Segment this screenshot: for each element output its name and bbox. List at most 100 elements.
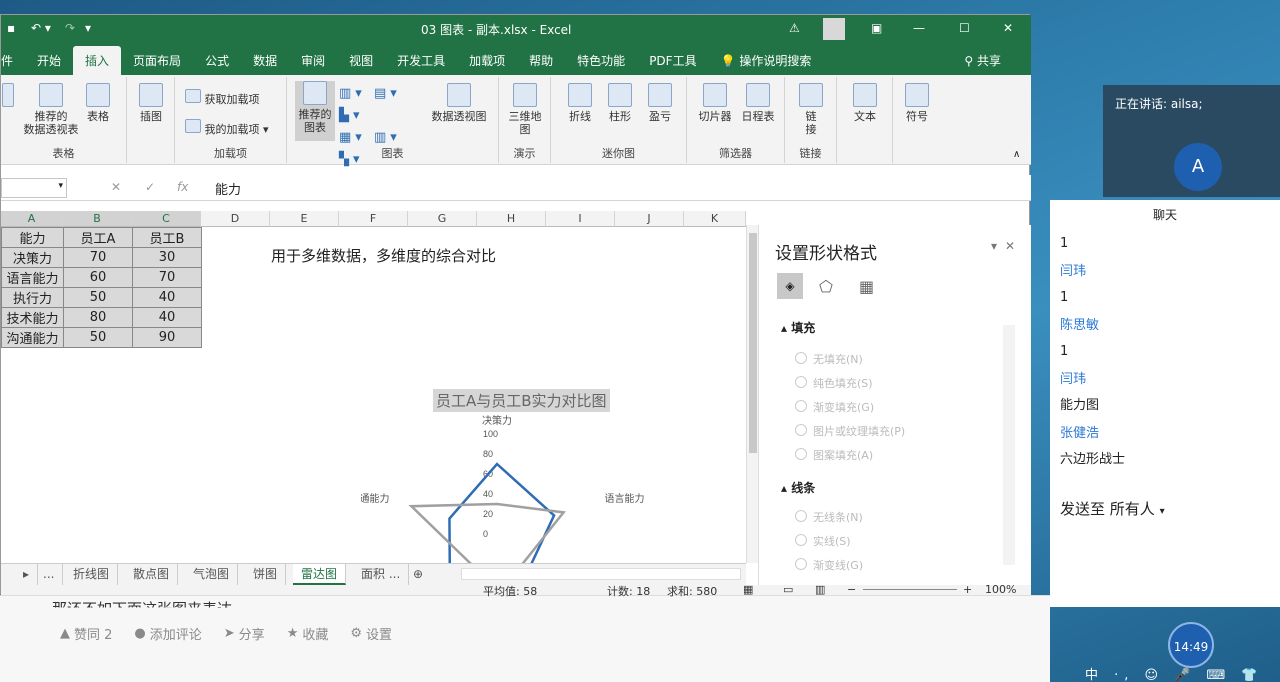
cancel-icon[interactable]: ✕	[111, 180, 121, 194]
fill-option[interactable]: 纯色填充(S)	[795, 375, 873, 391]
effects-icon[interactable]: ⬠	[819, 277, 833, 296]
fill-line-icon[interactable]: ◈	[777, 273, 803, 299]
tab-view[interactable]: 视图	[337, 46, 385, 75]
sheet-tab-radar[interactable]: 雷达图	[293, 564, 347, 585]
collapse-ribbon-icon[interactable]: ∧	[1013, 149, 1020, 160]
line-option[interactable]: 渐变线(G)	[795, 557, 863, 573]
link-button[interactable]: 链 接	[795, 83, 827, 136]
warning-icon[interactable]: ⚠	[789, 21, 800, 35]
zoom-in-icon[interactable]: +	[963, 583, 972, 596]
tab-formulas[interactable]: 公式	[193, 46, 241, 75]
column-header-a[interactable]: A	[1, 211, 63, 227]
table-button[interactable]: 表格	[83, 83, 113, 123]
line-option[interactable]: 无线条(N)	[795, 509, 863, 525]
column-header-g[interactable]: G	[408, 211, 477, 227]
sheet-tab-scatter[interactable]: 散点图	[125, 564, 179, 585]
save-icon[interactable]: ▪	[7, 21, 15, 35]
table-cell[interactable]: 员工A	[63, 227, 133, 248]
minimize-icon[interactable]: —	[913, 21, 925, 35]
tab-page-layout[interactable]: 页面布局	[121, 46, 193, 75]
table-cell[interactable]: 沟通能力	[1, 327, 64, 348]
column-header-k[interactable]: K	[684, 211, 746, 227]
table-cell[interactable]: 50	[63, 287, 133, 308]
redo-icon[interactable]: ↷	[65, 21, 75, 35]
close-icon[interactable]: ✕	[1003, 21, 1013, 35]
column-header-c[interactable]: C	[132, 211, 201, 227]
name-box[interactable]: ▾	[1, 178, 67, 198]
table-cell[interactable]: 技术能力	[1, 307, 64, 328]
tab-features[interactable]: 特色功能	[565, 46, 637, 75]
zoom-level[interactable]: 100%	[985, 583, 1016, 596]
like-button[interactable]: ▲ 赞同 2	[60, 624, 112, 643]
pane-options-icon[interactable]: ▾	[991, 239, 997, 253]
tab-developer[interactable]: 开发工具	[385, 46, 457, 75]
line-option[interactable]: 实线(S)	[795, 533, 851, 549]
favorite-button[interactable]: ★ 收藏	[287, 624, 329, 643]
page-layout-icon[interactable]: ▭	[783, 583, 793, 596]
sheet-tab-area[interactable]: 面积 ...	[353, 564, 410, 585]
tab-file[interactable]: 件	[1, 46, 25, 75]
fill-section[interactable]: ▴ 填充	[781, 319, 815, 336]
sheet-tab-more[interactable]: ...	[35, 564, 64, 585]
table-cell[interactable]: 70	[63, 247, 133, 268]
zoom-slider[interactable]	[863, 589, 957, 590]
scroll-thumb[interactable]	[749, 233, 757, 453]
tab-pdf[interactable]: PDF工具	[637, 46, 708, 75]
share-ribbon-button[interactable]: ⚲ 共享	[952, 46, 1013, 75]
radar-chart[interactable]: 100806040200决策力语言能力执行力技术能力沟通能力	[361, 380, 661, 563]
sparkline-winloss-button[interactable]: 盈亏	[643, 83, 677, 123]
send-to-selector[interactable]: 发送至 所有人 ▾	[1060, 498, 1165, 519]
enter-icon[interactable]: ✓	[145, 180, 155, 194]
share-button[interactable]: ➤ 分享	[224, 624, 265, 643]
tab-home[interactable]: 开始	[25, 46, 73, 75]
table-cell[interactable]: 40	[132, 287, 202, 308]
table-cell[interactable]: 90	[132, 327, 202, 348]
table-cell[interactable]: 能力	[1, 227, 64, 248]
slicer-button[interactable]: 切片器	[695, 83, 735, 123]
add-sheet-icon[interactable]: ⊕	[405, 564, 431, 585]
fill-option[interactable]: 图片或纹理填充(P)	[795, 423, 905, 439]
column-header-i[interactable]: I	[546, 211, 615, 227]
symbol-button[interactable]: 符号	[901, 83, 933, 123]
table-cell[interactable]: 50	[63, 327, 133, 348]
get-addins-button[interactable]: 获取加载项	[185, 89, 260, 106]
zoom-out-icon[interactable]: −	[847, 583, 856, 596]
fill-option[interactable]: 图案填充(A)	[795, 447, 873, 463]
size-properties-icon[interactable]: ▦	[859, 277, 874, 296]
column-header-h[interactable]: H	[477, 211, 546, 227]
table-cell[interactable]: 80	[63, 307, 133, 328]
recommended-charts-button[interactable]: 推荐的 图表	[295, 81, 335, 141]
table-cell[interactable]: 语言能力	[1, 267, 64, 288]
table-cell[interactable]: 60	[63, 267, 133, 288]
fill-option[interactable]: 无填充(N)	[795, 351, 863, 367]
tab-addins[interactable]: 加载项	[457, 46, 517, 75]
column-header-j[interactable]: J	[615, 211, 684, 227]
recommended-pivot-button[interactable]: 推荐的 数据透视表	[19, 83, 83, 136]
vertical-scrollbar[interactable]	[746, 225, 758, 563]
horizontal-scrollbar[interactable]	[461, 568, 741, 580]
undo-icon[interactable]: ↶ ▾	[31, 21, 51, 35]
tell-me-search[interactable]: 💡 操作说明搜索	[709, 46, 824, 75]
formula-input[interactable]: 能力	[215, 179, 241, 198]
column-header-d[interactable]: D	[201, 211, 270, 227]
text-button[interactable]: 文本	[849, 83, 881, 123]
pivot-chart-button[interactable]: 数据透视图	[427, 83, 491, 123]
tab-review[interactable]: 审阅	[289, 46, 337, 75]
account-avatar[interactable]	[823, 18, 845, 40]
pane-scrollbar[interactable]	[1003, 325, 1015, 565]
sparkline-line-button[interactable]: 折线	[563, 83, 597, 123]
page-break-icon[interactable]: ▥	[815, 583, 825, 596]
meeting-timer[interactable]: 14:49	[1168, 622, 1214, 668]
comment-button[interactable]: ● 添加评论	[134, 624, 201, 643]
sheet-tab-bubble[interactable]: 气泡图	[185, 564, 239, 585]
series-1-line[interactable]	[448, 462, 556, 563]
my-addins-button[interactable]: 我的加载项 ▾	[185, 119, 269, 136]
line-section[interactable]: ▴ 线条	[781, 479, 815, 496]
fill-option[interactable]: 渐变填充(G)	[795, 399, 874, 415]
tab-help[interactable]: 帮助	[517, 46, 565, 75]
table-cell[interactable]: 员工B	[132, 227, 202, 248]
sheet-tab-line[interactable]: 折线图	[65, 564, 119, 585]
illustrations-button[interactable]: 插图	[135, 83, 167, 123]
maximize-icon[interactable]: ☐	[959, 21, 970, 35]
tab-data[interactable]: 数据	[241, 46, 289, 75]
